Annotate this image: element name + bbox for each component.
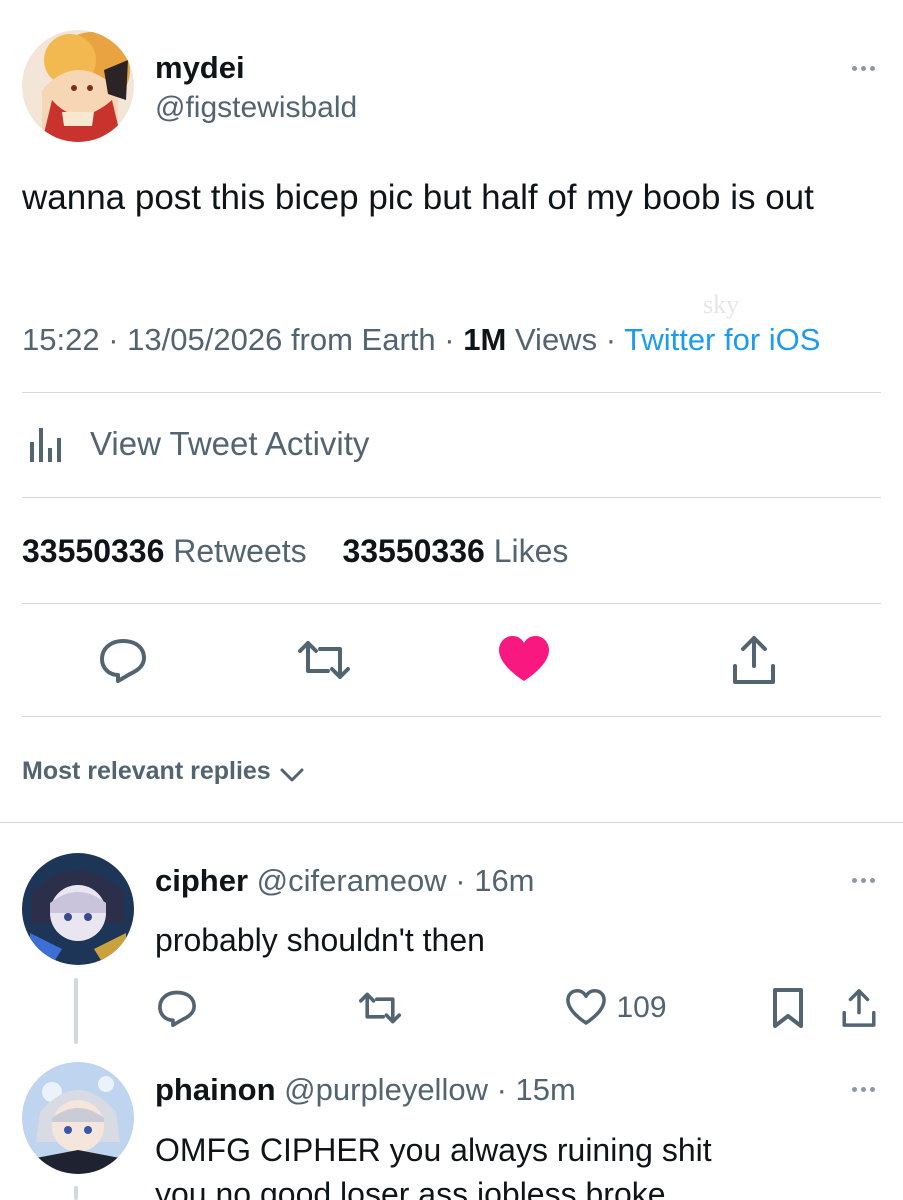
view-activity-label: View Tweet Activity — [90, 425, 370, 462]
retweets-stat[interactable]: 33550336 Retweets — [22, 533, 316, 569]
reply-like-button[interactable]: 109 — [564, 986, 667, 1030]
views-count: 1M — [463, 322, 507, 357]
divider — [22, 716, 881, 717]
more-options-icon[interactable] — [852, 1087, 875, 1092]
reply-handle[interactable]: @ciferameow — [257, 863, 447, 898]
author-display-name[interactable]: mydei — [155, 50, 245, 86]
meta-separator: · — [108, 322, 119, 357]
author-avatar[interactable] — [22, 30, 134, 142]
reply-display-name[interactable]: phainon — [155, 1072, 276, 1107]
reply-text: probably shouldn't then — [155, 922, 485, 958]
heart-outline-icon — [566, 988, 606, 1025]
replies-sort-label: Most relevant replies — [22, 757, 271, 785]
meta-separator: · — [605, 322, 617, 357]
views-label: Views — [514, 322, 598, 357]
author-handle[interactable]: @figstewisbald — [155, 90, 357, 126]
reply-text-line: OMFG CIPHER you always ruining shit — [155, 1132, 712, 1168]
divider — [22, 392, 881, 393]
divider — [22, 497, 881, 498]
tweet-stats: 33550336 Retweets 33550336 Likes — [22, 531, 568, 571]
tweet-date: 13/05/2026 — [127, 322, 283, 357]
reply-age[interactable]: 15m — [516, 1072, 576, 1107]
tweet-time: 15:22 — [22, 322, 100, 357]
more-options-icon[interactable] — [852, 878, 875, 883]
reply-age[interactable]: 16m — [474, 863, 534, 898]
tweet-client-link[interactable]: Twitter for iOS — [624, 322, 820, 357]
retweets-label: Retweets — [173, 533, 307, 569]
watermark: sky — [703, 290, 740, 319]
reply-text-line: you no good loser ass jobless broke — [155, 1176, 666, 1200]
view-activity-row[interactable]: View Tweet Activity — [22, 420, 622, 470]
reply-header: phainon @purpleyellow · 15m — [155, 1071, 576, 1109]
reply-header: cipher @ciferameow · 16m — [155, 862, 535, 900]
retweets-count: 33550336 — [22, 533, 165, 569]
likes-label: Likes — [493, 533, 569, 569]
reply-separator: · — [455, 863, 466, 898]
heart-filled-icon[interactable] — [496, 633, 552, 687]
chevron-down-icon — [280, 768, 304, 782]
reply-like-count: 109 — [616, 991, 667, 1024]
thread-line — [74, 1186, 78, 1200]
tweet-location: from Earth — [290, 322, 436, 357]
more-options-icon[interactable] — [852, 66, 875, 71]
reply-handle[interactable]: @purpleyellow — [284, 1072, 488, 1107]
thread-line — [74, 978, 78, 1044]
share-icon[interactable] — [727, 632, 781, 688]
divider — [22, 603, 881, 604]
retweet-icon[interactable] — [356, 986, 404, 1030]
meta-separator: · — [444, 322, 455, 357]
tweet-meta: 15:22 · 13/05/2026 from Earth · 1M Views… — [22, 321, 820, 359]
bar-chart-icon — [30, 428, 61, 462]
reply-display-name[interactable]: cipher — [155, 863, 248, 898]
tweet-text: wanna post this bicep pic but half of my… — [22, 178, 814, 217]
likes-stat[interactable]: 33550336 Likes — [342, 533, 568, 569]
reply-avatar[interactable] — [22, 1062, 134, 1174]
reply-avatar[interactable] — [22, 853, 134, 965]
bookmark-icon[interactable] — [770, 986, 806, 1030]
share-icon[interactable] — [838, 986, 880, 1030]
retweet-icon[interactable] — [294, 633, 354, 687]
likes-count: 33550336 — [342, 533, 485, 569]
reply-icon[interactable] — [155, 986, 199, 1030]
reply-separator: · — [496, 1072, 507, 1107]
replies-sort-dropdown[interactable]: Most relevant replies — [22, 754, 305, 788]
divider — [0, 822, 903, 823]
reply-icon[interactable] — [96, 633, 150, 687]
reply-text: OMFG CIPHER you always ruining shit you … — [155, 1128, 712, 1200]
